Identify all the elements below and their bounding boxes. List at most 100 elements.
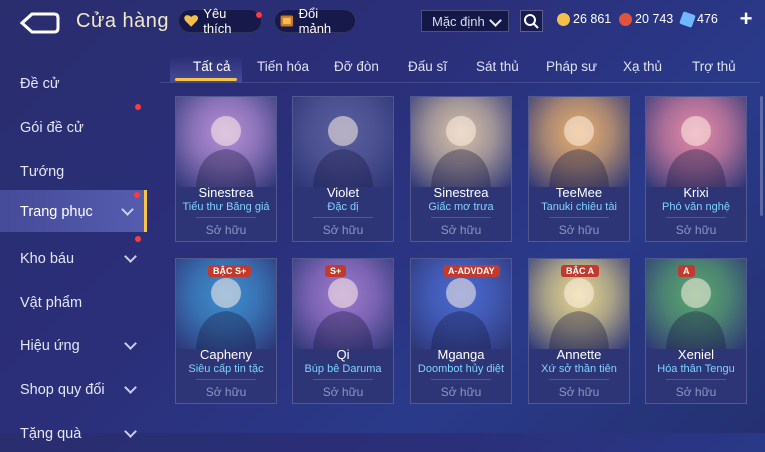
skin-name: Phó văn nghệ (662, 201, 730, 213)
skin-name: Đặc dị (327, 201, 359, 213)
tab-tank[interactable]: Đỡ đòn (334, 59, 379, 74)
sidebar-item-recommended[interactable]: Đề cử (0, 62, 147, 102)
tab-marksman[interactable]: Xạ thủ (623, 59, 662, 74)
sidebar-item-heroes[interactable]: Tướng (0, 150, 147, 190)
tier-badge: A (678, 265, 695, 277)
skin-card[interactable]: A Xeniel Hóa thân Tengu Sở hữu (645, 258, 747, 404)
divider (313, 217, 373, 218)
chevron-down-icon (124, 425, 137, 438)
owned-status: Sở hữu (440, 223, 482, 237)
chevron-down-icon (121, 203, 134, 216)
divider (666, 217, 726, 218)
divider (196, 217, 256, 218)
hero-name: Sinestrea (198, 185, 254, 200)
sidebar-item-label: Đề cử (20, 76, 60, 92)
skin-card[interactable]: BẬC A Annette Xứ sở thần tiên Sở hữu (528, 258, 630, 404)
add-currency-button[interactable]: + (738, 8, 754, 30)
favorites-notification-dot (256, 12, 262, 18)
tier-badge: BẬC A (561, 265, 600, 277)
chevron-down-icon (489, 14, 502, 27)
hero-portrait-icon (666, 116, 726, 187)
hero-portrait-icon (196, 116, 256, 187)
sidebar-item-exchange-shop[interactable]: Shop quy đổi (0, 368, 147, 408)
tab-mage[interactable]: Pháp sư (546, 59, 597, 74)
skin-card[interactable]: S+ Qi Búp bê Daruma Sở hữu (292, 258, 394, 404)
scrollbar[interactable] (760, 96, 763, 216)
skin-card[interactable]: A-ADVDAY Mganga Doombot hủy diệt Sở hữu (410, 258, 512, 404)
hero-portrait-icon (549, 116, 609, 187)
owned-status: Sở hữu (440, 385, 482, 399)
divider (313, 379, 373, 380)
favorites-button[interactable]: Yêu thích (178, 6, 262, 36)
skin-name: Tanuki chiêu tài (541, 201, 617, 213)
skin-card[interactable]: TeeMee Tanuki chiêu tài Sở hữu (528, 96, 630, 242)
owned-status: Sở hữu (322, 385, 364, 399)
voucher-icon (619, 12, 632, 26)
hero-portrait-icon (313, 116, 373, 187)
gold-coin-icon (557, 12, 570, 26)
hero-name: Violet (326, 185, 360, 200)
tab-underline (175, 78, 237, 81)
skin-card[interactable]: Sinestrea Tiểu thư Băng giá Sở hữu (175, 96, 277, 242)
hero-name: Capheny (199, 347, 253, 362)
sidebar: Đề cử Gói đề cử Tướng Trang phục Kho báu… (0, 56, 147, 442)
owned-status: Sở hữu (675, 223, 717, 237)
tab-evolution[interactable]: Tiến hóa (257, 59, 309, 74)
skin-card[interactable]: Sinestrea Giấc mơ trưa Sở hữu (410, 96, 512, 242)
exchange-button[interactable]: Đổi mảnh (274, 6, 356, 36)
hero-name: Annette (556, 347, 602, 362)
tier-badge: A-ADVDAY (443, 265, 500, 277)
sidebar-item-label: Hiệu ứng (20, 338, 80, 354)
diamond-currency: 476 (679, 10, 718, 28)
divider (666, 379, 726, 380)
sidebar-item-items[interactable]: Vật phẩm (0, 281, 147, 321)
sidebar-item-label: Gói đề cử (20, 120, 84, 136)
divider (549, 379, 609, 380)
shard-chest-icon (280, 15, 294, 27)
search-button[interactable] (520, 10, 543, 32)
favorites-label: Yêu thích (203, 6, 232, 36)
skin-name: Xứ sở thần tiên (541, 363, 617, 375)
sidebar-item-skins[interactable]: Trang phục (0, 190, 147, 232)
skin-name: Siêu cấp tin tặc (188, 363, 264, 375)
hero-name: Sinestrea (433, 185, 489, 200)
exchange-label: Đổi mảnh (298, 6, 332, 36)
sidebar-item-bundles[interactable]: Gói đề cử (0, 104, 147, 146)
hero-name: Krixi (683, 185, 709, 200)
sort-value: Mặc định (432, 14, 485, 29)
hero-portrait-icon (431, 116, 491, 187)
skin-name: Giấc mơ trưa (428, 201, 494, 213)
skin-card[interactable]: Krixi Phó văn nghệ Sở hữu (645, 96, 747, 242)
sidebar-item-gift[interactable]: Tặng quà (0, 412, 147, 452)
notification-dot (135, 236, 141, 242)
hero-name: TeeMee (555, 185, 603, 200)
hero-name: Mganga (437, 347, 485, 362)
tab-support[interactable]: Trợ thủ (692, 59, 736, 74)
tab-all[interactable]: Tất cả (193, 59, 231, 74)
owned-status: Sở hữu (558, 223, 600, 237)
chevron-down-icon (124, 381, 137, 394)
skin-card[interactable]: BẬC S+ Capheny Siêu cấp tin tặc Sở hữu (175, 258, 277, 404)
tab-fighter[interactable]: Đấu sĩ (408, 59, 447, 74)
tab-assassin[interactable]: Sát thủ (476, 59, 519, 74)
top-bar: Cửa hàng Yêu thích Đổi mảnh Mặc định 26 … (0, 0, 765, 44)
sidebar-item-effects[interactable]: Hiệu ứng (0, 324, 147, 364)
owned-status: Sở hữu (205, 223, 247, 237)
hero-portrait-icon (666, 278, 726, 349)
skin-name: Hóa thân Tengu (657, 363, 735, 375)
owned-status: Sở hữu (558, 385, 600, 399)
divider (196, 379, 256, 380)
divider (431, 217, 491, 218)
notification-dot (135, 104, 141, 110)
sort-dropdown[interactable]: Mặc định (421, 10, 509, 32)
sidebar-item-treasure[interactable]: Kho báu (0, 236, 147, 277)
skin-card[interactable]: Violet Đặc dị Sở hữu (292, 96, 394, 242)
back-icon[interactable] (18, 10, 60, 36)
sidebar-item-label: Shop quy đổi (20, 382, 105, 398)
skin-name: Búp bê Daruma (304, 363, 382, 375)
sidebar-item-label: Tặng quà (20, 426, 82, 442)
gold-value: 26 861 (573, 12, 612, 26)
hero-name: Qi (336, 347, 350, 362)
chevron-down-icon (124, 337, 137, 350)
sidebar-item-label: Vật phẩm (20, 295, 83, 311)
